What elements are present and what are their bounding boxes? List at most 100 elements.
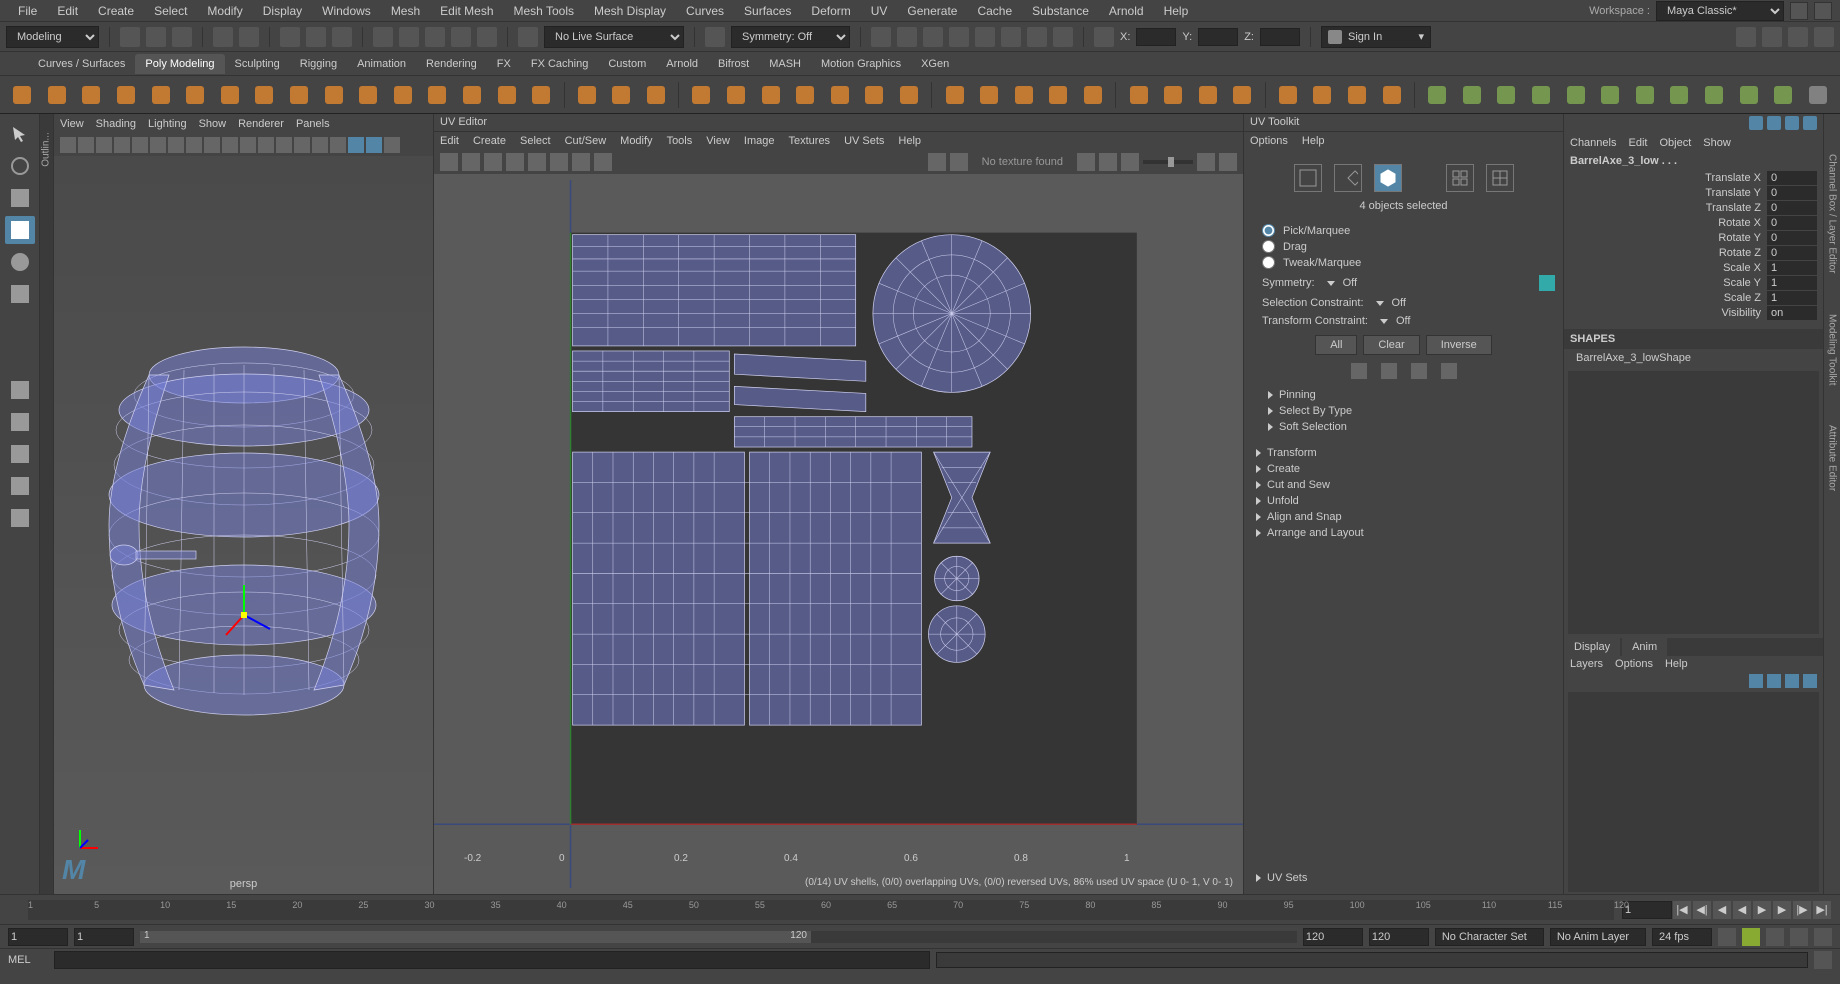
shelf-g-icon[interactable] xyxy=(1630,80,1659,110)
layer-icon[interactable] xyxy=(1749,674,1763,688)
render-icon[interactable] xyxy=(897,27,917,47)
uv-shell-icon[interactable] xyxy=(1294,164,1322,192)
shelf-tab[interactable]: Arnold xyxy=(656,54,708,74)
shelf-tab[interactable]: XGen xyxy=(911,54,959,74)
vp-icon[interactable] xyxy=(312,137,328,153)
shelf-tab[interactable]: Poly Modeling xyxy=(135,54,224,74)
clear-button[interactable]: Clear xyxy=(1363,335,1419,355)
shelf-disc-icon[interactable] xyxy=(216,80,245,110)
shelf-poly-icon[interactable] xyxy=(687,80,716,110)
section-transform[interactable]: Transform xyxy=(1256,447,1555,459)
snap-grid-icon[interactable] xyxy=(373,27,393,47)
shelf-poly-icon[interactable] xyxy=(895,80,924,110)
uve-icon[interactable] xyxy=(594,153,612,171)
uve-icon[interactable] xyxy=(1099,153,1117,171)
shelf-g-icon[interactable] xyxy=(1596,80,1625,110)
cb-show[interactable]: Show xyxy=(1703,137,1731,149)
shelf-ball-icon[interactable] xyxy=(458,80,487,110)
attr-value[interactable]: 0 xyxy=(1767,201,1817,215)
shelf-tab[interactable]: Sculpting xyxy=(225,54,290,74)
uve-icon[interactable] xyxy=(462,153,480,171)
shelf-poly-icon[interactable] xyxy=(756,80,785,110)
x-input[interactable] xyxy=(1136,28,1176,46)
menu-uv[interactable]: UV xyxy=(861,4,898,18)
layout-single-icon[interactable] xyxy=(5,376,35,404)
shelf-poly-icon[interactable] xyxy=(1343,80,1372,110)
autokey-icon[interactable] xyxy=(1718,928,1736,946)
snap-point-icon[interactable] xyxy=(425,27,445,47)
menu-curves[interactable]: Curves xyxy=(676,4,734,18)
menu-surfaces[interactable]: Surfaces xyxy=(734,4,801,18)
attr-value[interactable]: 0 xyxy=(1767,171,1817,185)
uve-menu-item[interactable]: View xyxy=(706,135,730,147)
layout-custom-icon[interactable] xyxy=(5,504,35,532)
rotate-tool[interactable] xyxy=(5,248,35,276)
object-name[interactable]: BarrelAxe_3_low . . . xyxy=(1564,152,1823,170)
shelf-poly-icon[interactable] xyxy=(1377,80,1406,110)
uve-icon[interactable] xyxy=(1197,153,1215,171)
shelf-tab[interactable]: Animation xyxy=(347,54,416,74)
vp-icon[interactable] xyxy=(186,137,202,153)
shelf-tab[interactable]: Motion Graphics xyxy=(811,54,911,74)
shelf-poly-icon[interactable] xyxy=(1159,80,1188,110)
shelf-gear-icon[interactable] xyxy=(423,80,452,110)
xyz-toggle-icon[interactable] xyxy=(1094,27,1114,47)
section-arrange-layout[interactable]: Arrange and Layout xyxy=(1256,527,1555,539)
layout-c-icon[interactable] xyxy=(1788,27,1808,47)
layer-icon[interactable] xyxy=(1785,674,1799,688)
uve-icon[interactable] xyxy=(440,153,458,171)
uve-menu-item[interactable]: Cut/Sew xyxy=(565,135,607,147)
menu-meshtools[interactable]: Mesh Tools xyxy=(504,4,584,18)
lasso-tool[interactable] xyxy=(5,152,35,180)
cb-edit[interactable]: Edit xyxy=(1628,137,1647,149)
shelf-g-icon[interactable] xyxy=(1423,80,1452,110)
uve-menu-item[interactable]: Textures xyxy=(788,135,830,147)
uve-icon[interactable] xyxy=(528,153,546,171)
hypershade-icon[interactable] xyxy=(975,27,995,47)
menu-meshdisplay[interactable]: Mesh Display xyxy=(584,4,676,18)
shelf-g-icon[interactable] xyxy=(1457,80,1486,110)
vp-icon[interactable] xyxy=(366,137,382,153)
section-align-snap[interactable]: Align and Snap xyxy=(1256,511,1555,523)
uve-icon[interactable] xyxy=(484,153,502,171)
module-selector[interactable]: Modeling xyxy=(6,26,99,48)
attr-value[interactable]: 0 xyxy=(1767,231,1817,245)
shelf-pyr-icon[interactable] xyxy=(285,80,314,110)
panel-renderer[interactable]: Renderer xyxy=(238,118,284,130)
uve-menu-item[interactable]: UV Sets xyxy=(844,135,884,147)
construct-icon[interactable] xyxy=(871,27,891,47)
sel-icon[interactable] xyxy=(1381,363,1397,379)
shelf-sphere-icon[interactable] xyxy=(8,80,37,110)
uv-face-icon[interactable] xyxy=(1374,164,1402,192)
uve-menu-item[interactable]: Edit xyxy=(440,135,459,147)
attr-value[interactable]: 0 xyxy=(1767,246,1817,260)
shelf-poly-icon[interactable] xyxy=(1009,80,1038,110)
pick-marquee-radio[interactable] xyxy=(1262,224,1275,237)
layer-list[interactable] xyxy=(1568,692,1819,892)
attr-value[interactable]: on xyxy=(1767,306,1817,320)
goto-start-icon[interactable]: |◀ xyxy=(1673,901,1691,919)
shelf-g-icon[interactable] xyxy=(1561,80,1590,110)
vp-icon[interactable] xyxy=(204,137,220,153)
shelf-tab[interactable]: Bifrost xyxy=(708,54,759,74)
menu-select[interactable]: Select xyxy=(144,4,197,18)
time-slider[interactable]: 1510152025303540455055606570758085909510… xyxy=(0,894,1840,924)
uve-icon[interactable] xyxy=(1219,153,1237,171)
outliner-collapsed[interactable]: Outlin... xyxy=(40,114,54,894)
shelf-cyl-icon[interactable] xyxy=(77,80,106,110)
panel-panels[interactable]: Panels xyxy=(296,118,330,130)
layout-d-icon[interactable] xyxy=(1814,27,1834,47)
panel-shading[interactable]: Shading xyxy=(96,118,136,130)
layout-outliner-icon[interactable] xyxy=(5,440,35,468)
symmetry-value[interactable]: Off xyxy=(1343,277,1357,289)
attr-value[interactable]: 1 xyxy=(1767,276,1817,290)
section-pinning[interactable]: Pinning xyxy=(1268,389,1555,401)
goto-end-icon[interactable]: ▶| xyxy=(1813,901,1831,919)
uve-menu-item[interactable]: Modify xyxy=(620,135,652,147)
shelf-tab[interactable]: Rigging xyxy=(290,54,347,74)
shelf-poly-icon[interactable] xyxy=(1193,80,1222,110)
uve-menu-item[interactable]: Create xyxy=(473,135,506,147)
sel-icon[interactable] xyxy=(1411,363,1427,379)
uve-menu-item[interactable]: Image xyxy=(744,135,775,147)
sel-comp-icon[interactable] xyxy=(332,27,352,47)
